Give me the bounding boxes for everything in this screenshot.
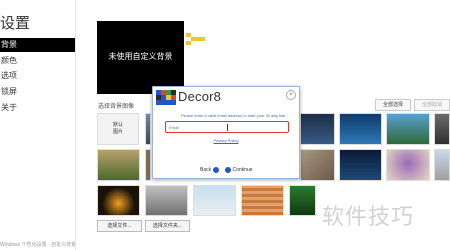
thumbnail-image[interactable] [386,113,430,145]
thumbnail-image[interactable] [193,185,236,216]
sidebar-item-background[interactable]: 背景 [0,38,76,52]
text-caret [227,124,228,131]
sidebar-item-lockscreen[interactable]: 锁屏 [0,85,76,99]
accent-decoration [186,33,206,47]
content-divider [75,0,76,250]
thumbnail-image[interactable] [145,149,151,181]
watermark-text: 软件技巧 [322,204,415,229]
choose-file-button[interactable]: 选择文件... [97,220,142,232]
dialog-title: Decor8 [178,89,222,104]
choose-folder-button[interactable]: 选择文件夹... [145,220,190,232]
close-icon[interactable]: × [286,90,296,100]
thumbnail-image[interactable] [145,113,151,145]
continue-button[interactable]: Continue [223,167,253,173]
dialog-message: Please enter a valid email address to st… [180,113,286,118]
thumbnail-image[interactable] [434,149,450,181]
status-text: Windows 个性化设置 · 自定义背景 [0,242,75,248]
sidebar: 设置 背景 颜色 选项 锁屏 关于 Windows 个性化设置 · 自定义背景 [0,0,76,250]
thumbnail-image[interactable] [300,149,335,181]
decor8-logo-icon [156,90,176,105]
back-label: Back [200,167,212,174]
settings-title: 设置 [0,15,31,32]
default-tile-label: 默认 图片 [112,122,123,135]
thumbnail-image[interactable] [289,185,316,216]
select-all-button[interactable]: 全部选择 [375,99,411,111]
sidebar-item-about[interactable]: 关于 [0,101,76,115]
back-arrow-icon [213,167,220,173]
thumbnail-image[interactable] [300,113,335,145]
sidebar-item-options[interactable]: 选项 [0,69,76,83]
preview-label: 未使用自定义背景 [108,52,173,61]
thumbnail-image[interactable] [97,185,140,216]
thumbnail-image[interactable] [97,149,140,181]
thumbnail-image[interactable] [145,185,188,216]
continue-label: Continue [232,167,253,174]
email-field[interactable]: Email [165,121,289,133]
privacy-policy-link[interactable]: Privacy Policy [153,138,299,143]
thumbnail-image[interactable] [339,113,382,145]
thumbnail-image[interactable] [241,185,284,216]
email-placeholder: Email [169,125,180,130]
thumbnail-image[interactable] [339,149,382,181]
thumbnail-default[interactable]: 默认 图片 [97,113,139,145]
continue-arrow-icon [224,167,231,173]
background-preview: 未使用自定义背景 [97,21,184,94]
thumbnail-image[interactable] [434,113,450,145]
decor8-trial-dialog: Decor8 × Please enter a valid email addr… [152,86,300,179]
deselect-all-button[interactable]: 全部取消 [414,99,450,111]
back-button[interactable]: Back [200,167,221,173]
dialog-navigation: Back Continue [200,167,253,173]
gallery-section-label: 选择背景图像 [98,104,135,110]
thumbnail-image[interactable] [386,149,430,181]
sidebar-item-color[interactable]: 颜色 [0,54,76,68]
